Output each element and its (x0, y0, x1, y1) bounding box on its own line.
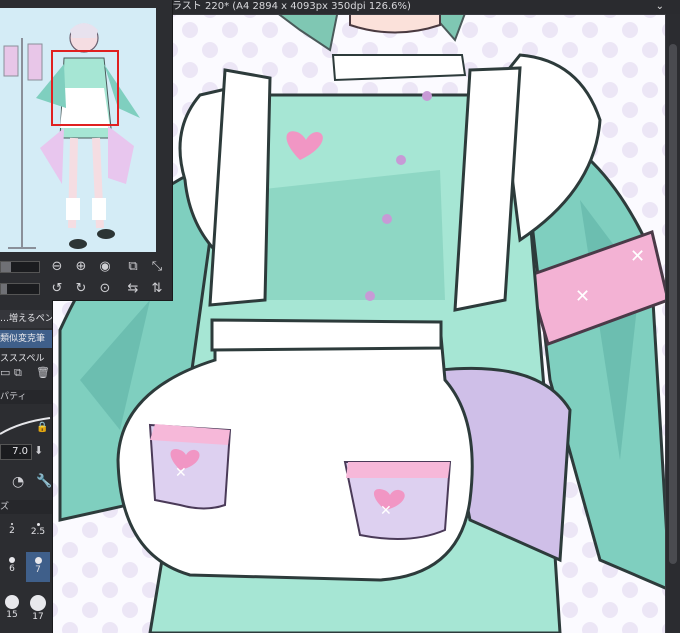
property-header: パティ (0, 390, 52, 404)
size-option[interactable]: 17 (26, 590, 50, 622)
size-option[interactable]: 6 (0, 552, 24, 582)
size-option[interactable]: 2.5 (26, 518, 50, 548)
fit-window-icon[interactable]: ⧉ (124, 258, 142, 276)
svg-text:✕: ✕ (175, 465, 187, 481)
zoom-row: ⊖ ⊕ ◉ ⧉ ⤡ (0, 256, 172, 278)
vertical-scrollbar[interactable] (665, 14, 680, 633)
size-option-selected[interactable]: 7 (26, 552, 50, 582)
flip-icon[interactable]: ⤡ (148, 258, 166, 276)
zoom-out-icon[interactable]: ⊖ (48, 258, 66, 276)
mirror-horizontal-icon[interactable]: ⇆ (124, 280, 142, 298)
svg-text:✕: ✕ (575, 286, 590, 307)
tool-item-pen[interactable]: …増えるペン (0, 310, 52, 328)
size-option[interactable]: 2 (0, 518, 24, 548)
trash-icon[interactable]: 🗑 (36, 366, 50, 379)
layer-icon[interactable]: ▭ (0, 366, 10, 379)
zoom-slider[interactable] (0, 261, 40, 273)
rotate-left-icon[interactable]: ↺ (48, 280, 66, 298)
zoom-in-icon[interactable]: ⊕ (72, 258, 90, 276)
svg-text:✕: ✕ (380, 503, 392, 519)
brush-size-icon[interactable]: ◔ (12, 474, 24, 490)
viewport-frame[interactable] (51, 50, 119, 126)
navigator-panel: ⊖ ⊕ ◉ ⧉ ⤡ ↺ ↻ ⊙ ⇆ ⇅ (0, 0, 173, 301)
document-title-bar: ラスト 220* (A4 2894 x 4093px 350dpi 126.6%… (170, 0, 680, 15)
rotate-row: ↺ ↻ ⊙ ⇆ ⇅ (0, 278, 172, 300)
brush-size-input[interactable]: 7.0 (0, 444, 32, 460)
size-section-header: ズ (0, 500, 52, 514)
document-title: ラスト 220* (A4 2894 x 4093px 350dpi 126.6%… (172, 1, 411, 12)
rotate-right-icon[interactable]: ↻ (72, 280, 90, 298)
fit-icon[interactable]: ◉ (96, 258, 114, 276)
rotate-slider[interactable] (0, 283, 40, 295)
tool-item-brush[interactable]: 類似変克筆 (0, 330, 52, 348)
chevron-down-icon[interactable]: ⌄ (656, 0, 664, 14)
wrench-icon[interactable]: 🔧 (36, 474, 52, 489)
reset-rotation-icon[interactable]: ⊙ (96, 280, 114, 298)
navigator-thumbnail (0, 8, 156, 252)
stepper-icon[interactable]: ⬇ (34, 444, 43, 457)
copy-icon[interactable]: ⧉ (14, 366, 22, 380)
size-option[interactable]: 15 (0, 590, 24, 620)
lock-icon[interactable]: 🔒 (36, 422, 48, 433)
navigator-preview[interactable] (0, 8, 156, 252)
tool-panel: …増えるペン 類似変克筆 スススペル ▭ ⧉ 🗑 パティ 🔒 7.0 ⬇ ◔ 🔧… (0, 300, 53, 633)
scrollbar-thumb[interactable] (669, 44, 677, 564)
svg-text:✕: ✕ (630, 246, 645, 267)
mirror-vertical-icon[interactable]: ⇅ (148, 280, 166, 298)
